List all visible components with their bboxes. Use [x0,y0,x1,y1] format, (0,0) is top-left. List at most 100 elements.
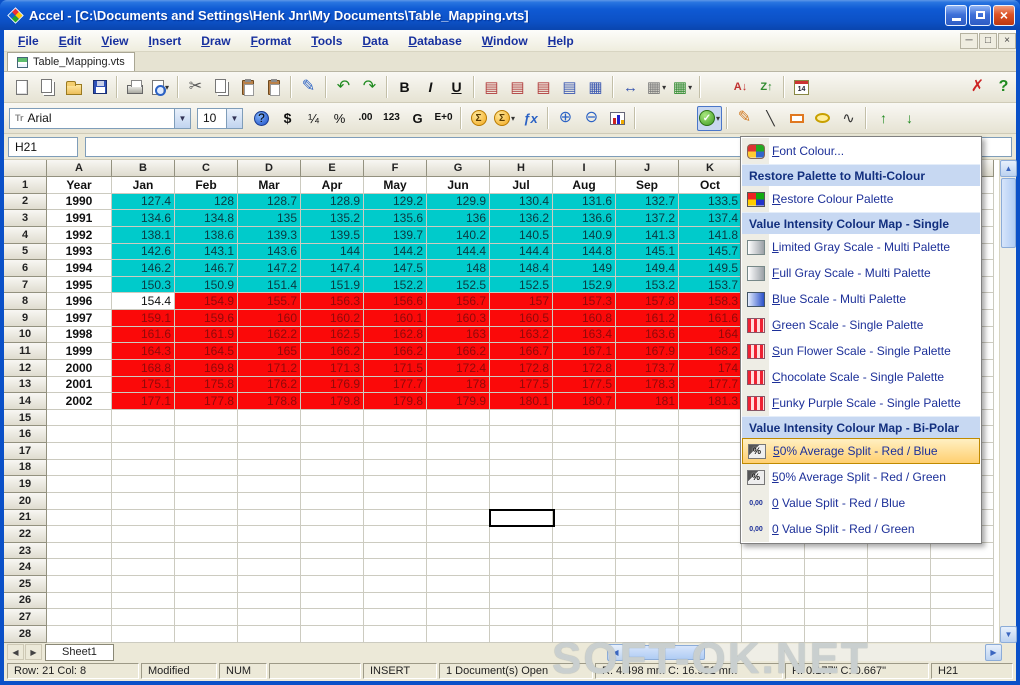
cell-G20[interactable] [427,492,490,510]
cell-B16[interactable] [112,426,175,443]
cell-C24[interactable] [175,559,238,576]
cell-K4[interactable]: 141.8 [679,226,742,244]
cell-E6[interactable]: 147.4 [301,260,364,277]
menu-item-help[interactable]: Help [538,31,584,51]
cell-E4[interactable]: 139.5 [301,226,364,244]
column-header-C[interactable]: C [175,160,238,177]
cell-H12[interactable]: 172.8 [490,359,553,377]
sheet-tab[interactable]: Sheet1 [45,643,114,661]
cell-C9[interactable]: 159.6 [175,310,238,327]
cell-E28[interactable] [301,625,364,643]
undo-button[interactable]: ↶ [331,75,356,100]
cell-D26[interactable] [238,592,301,610]
paste-button[interactable] [235,75,260,100]
new-document-button[interactable] [9,75,34,100]
percent-button[interactable]: % [327,106,352,131]
menu-item-database[interactable]: Database [398,31,471,51]
cell-A1[interactable]: Year [47,177,112,194]
cell-D19[interactable] [238,476,301,493]
cell-E19[interactable] [301,476,364,493]
row-header-11[interactable]: 11 [4,343,47,360]
cell-J27[interactable] [616,609,679,626]
cell-D20[interactable] [238,492,301,510]
cell-J12[interactable]: 173.7 [616,359,679,377]
cell-I1[interactable]: Aug [553,177,616,194]
cell-G3[interactable]: 136 [427,210,490,227]
function-button[interactable]: ƒx [518,106,543,131]
cell-I25[interactable] [553,576,616,593]
cell-F5[interactable]: 144.2 [364,243,427,261]
cell-D5[interactable]: 143.6 [238,243,301,261]
cell-E14[interactable]: 179.8 [301,393,364,410]
row-header-25[interactable]: 25 [4,576,47,593]
align-center-button[interactable]: ▤ [505,75,530,100]
cell-G1[interactable]: Jun [427,177,490,194]
cell-O24[interactable] [931,559,994,576]
merge-cells-button[interactable]: ▦ [583,75,608,100]
cell-E24[interactable] [301,559,364,576]
cell-M25[interactable] [805,576,868,593]
cell-J11[interactable]: 167.9 [616,343,679,360]
help-button[interactable]: ? [991,75,1016,100]
cell-C6[interactable]: 146.7 [175,260,238,277]
cell-H5[interactable]: 144.4 [490,243,553,261]
fraction-button[interactable]: ¼ [301,106,326,131]
menu-item-blue-scale-multi-palette[interactable]: Blue Scale - Multi Palette [742,286,980,312]
cell-I22[interactable] [553,526,616,543]
chart-button[interactable] [605,106,630,131]
cell-E21[interactable] [301,509,364,527]
cell-F16[interactable] [364,426,427,443]
menu-item-full-gray-scale-multi-palette[interactable]: Full Gray Scale - Multi Palette [742,260,980,286]
cell-E25[interactable] [301,576,364,593]
cell-H19[interactable] [490,476,553,493]
cell-B1[interactable]: Jan [112,177,175,194]
column-header-H[interactable]: H [490,160,553,177]
insert-column-button[interactable]: ↓ [897,106,922,131]
cell-A14[interactable]: 2002 [47,393,112,410]
column-header-A[interactable]: A [47,160,112,177]
cell-H26[interactable] [490,592,553,610]
cell-D9[interactable]: 160 [238,310,301,327]
cell-G14[interactable]: 179.9 [427,393,490,410]
cell-H27[interactable] [490,609,553,626]
cell-H10[interactable]: 163.2 [490,326,553,344]
cell-K19[interactable] [679,476,742,493]
cell-H4[interactable]: 140.5 [490,226,553,244]
menu-item-funky-purple-scale-single-palette[interactable]: Funky Purple Scale - Single Palette [742,390,980,416]
cell-E2[interactable]: 128.9 [301,193,364,211]
cell-M23[interactable] [805,542,868,560]
cell-B4[interactable]: 138.1 [112,226,175,244]
colour-map-button[interactable]: ✓ ▾ [697,105,722,131]
align-justify-button[interactable]: ▤ [557,75,582,100]
font-size-combo[interactable]: 10 ▼ [197,107,243,129]
print-preview-button[interactable]: ▾ [148,75,173,100]
new-from-template-button[interactable] [35,75,60,100]
row-header-7[interactable]: 7 [4,276,47,294]
cell-D28[interactable] [238,625,301,643]
chevron-down-icon[interactable]: ▼ [226,108,242,128]
cell-H13[interactable]: 177.5 [490,376,553,394]
cell-C28[interactable] [175,625,238,643]
cell-B8[interactable]: 154.4 [112,293,175,310]
cell-A15[interactable] [47,409,112,427]
cell-I16[interactable] [553,426,616,443]
cell-C19[interactable] [175,476,238,493]
pencil-button[interactable]: ✎ [732,106,757,131]
cell-K16[interactable] [679,426,742,443]
cell-D17[interactable] [238,443,301,460]
cell-H18[interactable] [490,459,553,477]
cell-C2[interactable]: 128 [175,193,238,211]
row-header-19[interactable]: 19 [4,476,47,493]
cell-H28[interactable] [490,625,553,643]
cell-H16[interactable] [490,426,553,443]
cell-B13[interactable]: 175.1 [112,376,175,394]
column-header-B[interactable]: B [112,160,175,177]
cell-J8[interactable]: 157.8 [616,293,679,310]
column-header-F[interactable]: F [364,160,427,177]
context-help-button[interactable]: ? [249,106,274,131]
column-header-E[interactable]: E [301,160,364,177]
cell-D3[interactable]: 135 [238,210,301,227]
zoom-in-button[interactable]: ⊕ [553,106,578,131]
cell-F9[interactable]: 160.1 [364,310,427,327]
cell-H8[interactable]: 157 [490,293,553,310]
